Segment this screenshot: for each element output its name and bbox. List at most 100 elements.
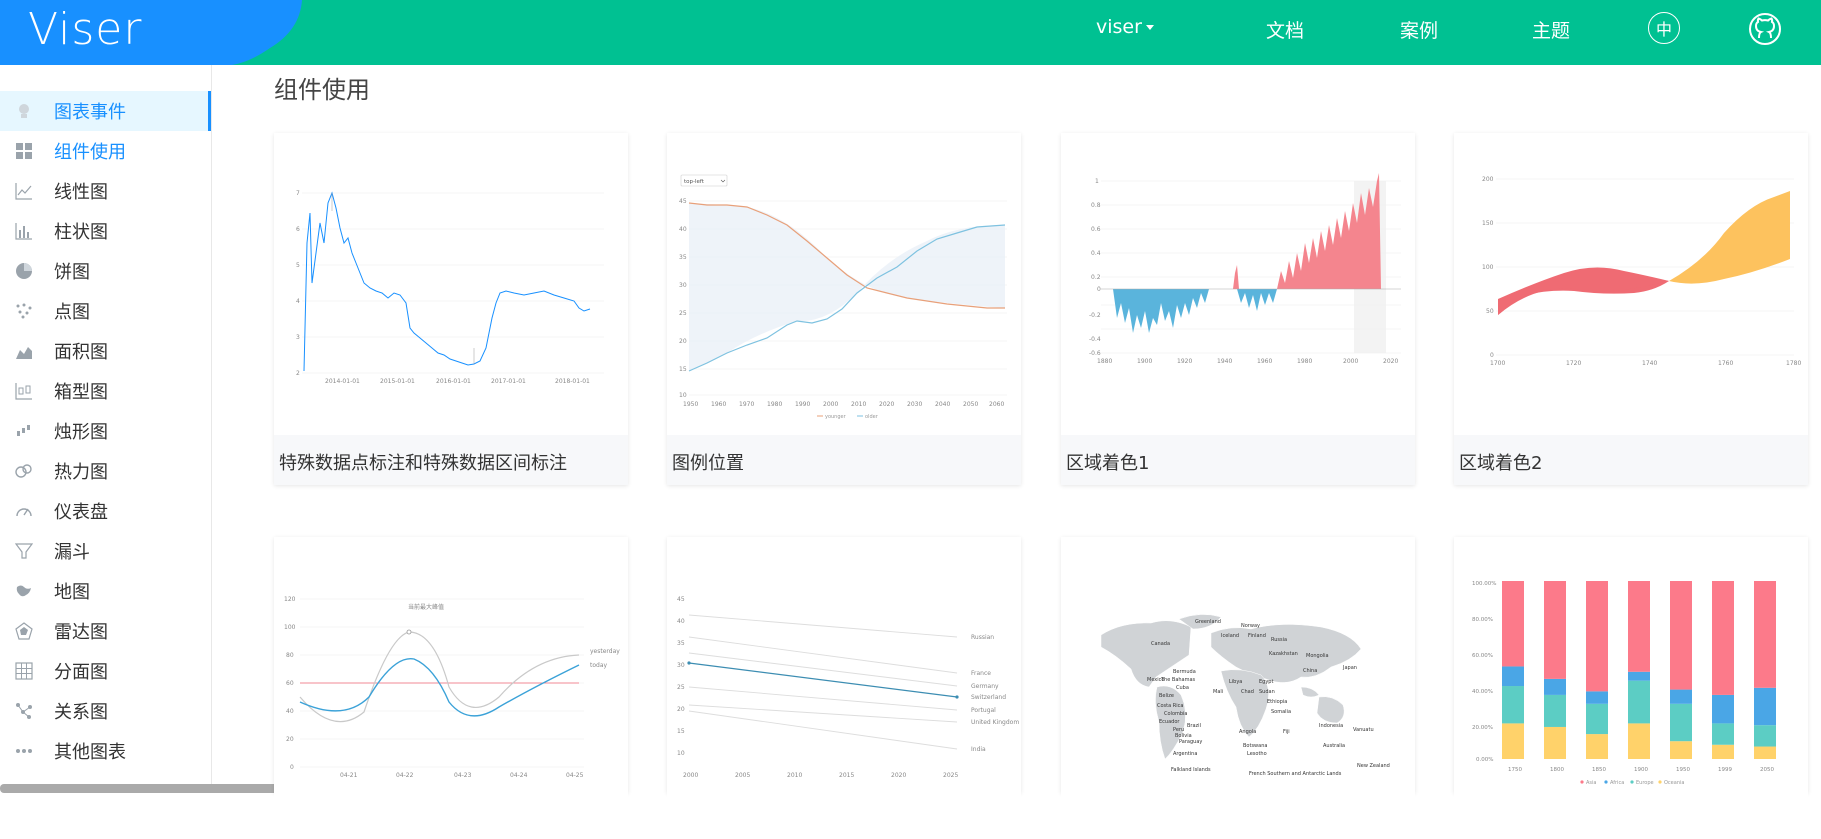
sidebar-item[interactable]: 关系图: [0, 691, 211, 731]
y-tick: 80.00%: [1472, 617, 1493, 623]
nav-cases[interactable]: 案例: [1400, 16, 1438, 43]
x-tick: 1760: [1718, 360, 1733, 367]
x-tick: 2010: [787, 772, 802, 779]
y-tick: 4: [296, 298, 300, 305]
legend-item: today: [590, 662, 608, 669]
sidebar-item[interactable]: 烛形图: [0, 411, 211, 451]
x-tick: 2020: [879, 401, 894, 408]
y-tick: 30: [677, 662, 685, 669]
x-tick: 2014-01-01: [325, 378, 360, 385]
stacked-bar-segment: [1586, 581, 1608, 692]
stacked-bar-segment: [1712, 723, 1734, 745]
x-tick: 1800: [1550, 767, 1564, 773]
sidebar-item-label: 漏斗: [54, 542, 90, 563]
y-tick: 20: [286, 736, 294, 743]
y-tick: 60.00%: [1472, 653, 1493, 659]
sidebar-item[interactable]: 其他图表: [0, 731, 211, 771]
sidebar-item[interactable]: 面积图: [0, 331, 211, 371]
y-tick: 7: [296, 190, 300, 197]
x-tick: 2020: [891, 772, 906, 779]
sidebar-item[interactable]: 线性图: [0, 171, 211, 211]
y-tick: 20: [677, 706, 685, 713]
y-tick: -0.2: [1089, 312, 1101, 319]
y-tick: 0.6: [1091, 226, 1101, 233]
stacked-bar-segment: [1712, 694, 1734, 724]
line-label: France: [971, 670, 991, 677]
x-tick: 04-25: [566, 772, 584, 779]
logo[interactable]: Viser: [0, 0, 320, 65]
area-chart-icon: [14, 341, 34, 361]
sidebar-item-label: 饼图: [54, 262, 90, 283]
x-tick: 1720: [1566, 360, 1581, 367]
sidebar-item[interactable]: 图表事件: [0, 91, 211, 131]
example-card-percent-stacked-bar[interactable]: 100.00% 80.00% 60.00% 40.00% 20.00% 0.00…: [1454, 537, 1808, 839]
sidebar-item[interactable]: 组件使用: [0, 131, 211, 171]
svg-text:Ecuador: Ecuador: [1159, 719, 1180, 725]
legend-item: Europe: [1636, 780, 1654, 786]
sidebar-item-label: 分面图: [54, 662, 108, 683]
example-card-region-color-1[interactable]: 1 0.8 0.6 0.4 0.2 0 -0.2 -0.4 -0.6 1880 …: [1061, 133, 1415, 485]
legend-position-chart: top-left 45 40 35 30 25 20 15 10 1950 19…: [679, 174, 1007, 420]
language-toggle[interactable]: 中: [1648, 12, 1680, 44]
y-tick: 40.00%: [1472, 689, 1493, 695]
sidebar-item[interactable]: 柱状图: [0, 211, 211, 251]
sidebar-item[interactable]: 热力图: [0, 451, 211, 491]
example-card-annotation[interactable]: 7 6 5 4 3 2 2014-01-01 2015-01-01 2016-0…: [274, 133, 628, 485]
x-tick: 2025: [943, 772, 958, 779]
stacked-bar-segment: [1544, 726, 1566, 759]
x-tick: 1740: [1642, 360, 1657, 367]
sidebar-item[interactable]: 箱型图: [0, 371, 211, 411]
stacked-bar-segment: [1670, 689, 1692, 704]
stacked-bar-segment: [1544, 694, 1566, 727]
github-icon[interactable]: [1748, 12, 1782, 46]
svg-text:Falkland Islands: Falkland Islands: [1171, 767, 1211, 773]
sidebar-item[interactable]: 地图: [0, 571, 211, 611]
stacked-bar-segment: [1670, 581, 1692, 690]
example-card-region-color-2[interactable]: 200 150 100 50 0 1700 1720 1740 1760 178…: [1454, 133, 1808, 485]
x-tick: 1999: [1718, 767, 1732, 773]
stacked-bar-segment: [1628, 680, 1650, 724]
legend-item: older: [865, 414, 879, 420]
sidebar-item[interactable]: 仪表盘: [0, 491, 211, 531]
range-area-chart: 200 150 100 50 0 1700 1720 1740 1760 178…: [1482, 176, 1801, 367]
y-tick: 10: [677, 750, 685, 757]
nav-viser-dropdown[interactable]: viser: [1096, 16, 1154, 38]
stacked-bar-segment: [1628, 581, 1650, 672]
y-tick: 1: [1095, 178, 1099, 185]
legend-item: younger: [825, 414, 847, 420]
sidebar-item[interactable]: 饼图: [0, 251, 211, 291]
sidebar-item[interactable]: 漏斗: [0, 531, 211, 571]
line-label: Switzerland: [971, 694, 1006, 701]
sidebar-item[interactable]: 点图: [0, 291, 211, 331]
example-card-peak-line[interactable]: 120 100 80 60 40 20 0 04-21 04-22 04-23 …: [274, 537, 628, 839]
funnel-icon: [14, 541, 34, 561]
svg-text:Australia: Australia: [1323, 743, 1345, 749]
y-tick: 0: [290, 764, 294, 771]
logo-text: Viser: [28, 4, 143, 55]
y-tick: 60: [286, 680, 294, 687]
svg-text:Libya: Libya: [1229, 679, 1242, 685]
y-tick: 0.00%: [1476, 757, 1493, 763]
example-card-slope-lines[interactable]: 45 40 35 30 25 20 15 10 2000 2005 2010 2…: [667, 537, 1021, 839]
svg-text:Mali: Mali: [1213, 689, 1223, 695]
example-card-legend-position[interactable]: top-left 45 40 35 30 25 20 15 10 1950 19…: [667, 133, 1021, 485]
y-tick: 15: [677, 728, 685, 735]
nav-docs[interactable]: 文档: [1266, 16, 1304, 43]
svg-text:Costa Rica: Costa Rica: [1157, 703, 1183, 709]
svg-text:Bermuda: Bermuda: [1173, 669, 1196, 675]
svg-text:Mongolia: Mongolia: [1306, 653, 1329, 659]
x-tick: 04-24: [510, 772, 528, 779]
sidebar-item[interactable]: 雷达图: [0, 611, 211, 651]
sidebar-item-label: 面积图: [54, 342, 108, 363]
sidebar: 图表事件 组件使用 线性图 柱状图饼图点图面积图箱型图 烛形图 热力图 仪表盘漏斗地图 雷达图…: [0, 65, 212, 793]
point-chart-icon: [14, 301, 34, 321]
stacked-bar-segment: [1544, 678, 1566, 695]
example-card-world-map[interactable]: Greenland Canada Norway Russia Iceland F…: [1061, 537, 1415, 839]
facet-chart-icon: [14, 661, 34, 681]
sidebar-item[interactable]: 分面图: [0, 651, 211, 691]
y-tick: 25: [677, 684, 685, 691]
svg-text:Greenland: Greenland: [1195, 619, 1221, 625]
stacked-bar-segment: [1586, 734, 1608, 759]
y-tick: 0.8: [1091, 202, 1101, 209]
nav-theme[interactable]: 主题: [1532, 16, 1570, 43]
